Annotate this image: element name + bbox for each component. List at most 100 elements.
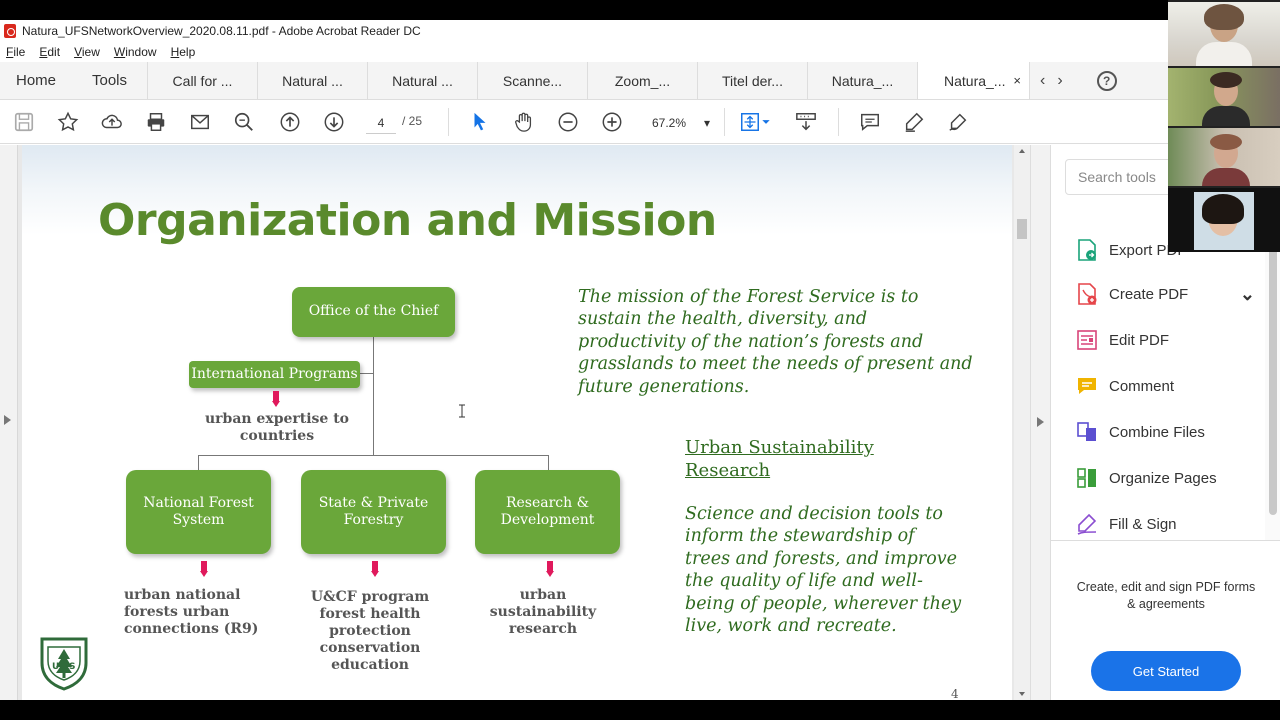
tool-edit-pdf[interactable]: Edit PDF [1075, 327, 1169, 353]
sign-icon[interactable] [946, 110, 970, 134]
document-scrollbar[interactable] [1014, 145, 1030, 700]
video-participant-4[interactable] [1168, 186, 1280, 252]
doc-tab[interactable]: Scanne... [478, 62, 588, 99]
hand-tool-icon[interactable] [512, 110, 536, 134]
collapse-right-pane-icon[interactable] [1037, 417, 1044, 427]
expand-left-pane-icon[interactable] [4, 415, 11, 425]
international-programs-box: International Programs [189, 361, 360, 388]
pink-down-arrow [272, 391, 280, 407]
close-tab-icon[interactable]: × [1013, 73, 1021, 88]
pink-down-arrow [200, 561, 208, 577]
doc-tab-active[interactable]: Natura_... × [918, 62, 1030, 99]
acrobat-pdf-icon [4, 24, 16, 38]
tool-create-pdf[interactable]: Create PDF ⌄ [1075, 281, 1255, 307]
slide-page-number: 4 [951, 687, 959, 700]
combine-files-icon [1077, 422, 1096, 441]
chevron-down-icon: ▾ [703, 116, 710, 130]
menu-help[interactable]: Help [171, 45, 196, 59]
fit-page-icon[interactable] [738, 110, 762, 134]
comment-icon[interactable] [858, 110, 882, 134]
doc-tab[interactable]: Titel der... [698, 62, 808, 99]
zoom-in-icon[interactable] [600, 110, 624, 134]
export-pdf-icon [1078, 239, 1096, 261]
scroll-up-icon[interactable] [1018, 147, 1026, 155]
save-icon[interactable] [12, 110, 36, 134]
comment-icon [1078, 378, 1096, 394]
tool-label: Edit PDF [1109, 331, 1170, 349]
create-pdf-icon [1078, 283, 1097, 305]
doc-tab[interactable]: Zoom_... [588, 62, 698, 99]
pink-down-arrow [371, 561, 379, 577]
urban-sustainability-body: Science and decision tools to inform the… [685, 504, 962, 636]
menu-edit[interactable]: Edit [39, 45, 60, 59]
org-line [548, 455, 549, 471]
bookmark-star-icon[interactable] [56, 110, 80, 134]
help-icon[interactable]: ? [1096, 70, 1117, 91]
toolbar-divider [838, 108, 839, 136]
edit-pdf-icon [1077, 330, 1097, 350]
tool-label: Fill & Sign [1109, 515, 1177, 533]
toolbar-divider [724, 108, 725, 136]
tool-organize-pages[interactable]: Organize Pages [1075, 465, 1217, 491]
national-forest-system-box: National Forest System [126, 470, 271, 554]
participant-shirt [1202, 106, 1250, 128]
select-cursor-icon[interactable] [468, 110, 492, 134]
tool-comment[interactable]: Comment [1075, 373, 1174, 399]
video-participant-3[interactable] [1168, 126, 1280, 188]
highlight-pen-icon[interactable] [902, 110, 926, 134]
doc-tab[interactable]: Natura_... [808, 62, 918, 99]
participant-hair [1204, 4, 1244, 30]
video-participant-2[interactable] [1168, 66, 1280, 128]
doc-tab[interactable]: Call for ... [148, 62, 258, 99]
scrollbar-thumb[interactable] [1017, 219, 1027, 239]
text-cursor-icon [459, 404, 465, 418]
tab-home[interactable]: Home [0, 62, 72, 99]
title-bar: Natura_UFSNetworkOverview_2020.08.11.pdf… [0, 20, 1170, 42]
tab-prev-icon[interactable]: ‹ [1040, 72, 1045, 90]
tool-fill-sign[interactable]: Fill & Sign [1075, 511, 1177, 537]
tab-tools[interactable]: Tools [72, 62, 148, 99]
top-border [0, 0, 1280, 20]
scroll-mode-icon[interactable] [794, 110, 818, 134]
bottom-border [0, 700, 1280, 720]
tab-next-icon[interactable]: › [1057, 72, 1062, 90]
tab-navigation: ‹ › ? [1040, 62, 1117, 99]
menu-file[interactable]: File [6, 45, 25, 59]
research-caption: urban sustainability research [489, 587, 597, 638]
participant-shirt [1196, 42, 1252, 66]
menu-view[interactable]: View [74, 45, 100, 59]
pink-down-arrow [546, 561, 554, 577]
tool-label: Create PDF [1109, 285, 1189, 303]
doc-tab-active-label: Natura_... [944, 72, 1006, 89]
window-title: Natura_UFSNetworkOverview_2020.08.11.pdf… [22, 24, 421, 38]
menu-bar: File Edit View Window Help [0, 42, 1170, 62]
search-zoom-icon[interactable] [232, 110, 256, 134]
document-area[interactable]: Organization and Mission Office of the C… [0, 145, 1050, 700]
previous-page-icon[interactable] [278, 110, 302, 134]
main-toolbar: 4 / 25 67.2% ▾ [0, 100, 1170, 144]
left-pane-toggle[interactable] [0, 145, 18, 700]
doc-tab[interactable]: Natural ... [258, 62, 368, 99]
forest-service-shield-logo: U S [40, 637, 88, 691]
national-forest-caption: urban national forests urban connections… [124, 587, 259, 638]
scroll-down-icon[interactable] [1018, 690, 1026, 698]
email-icon[interactable] [188, 110, 212, 134]
upload-cloud-icon[interactable] [100, 110, 124, 134]
right-pane-toggle[interactable] [1030, 145, 1050, 700]
video-participant-1[interactable] [1168, 0, 1280, 66]
zoom-value: 67.2% [652, 116, 687, 130]
chevron-down-icon[interactable]: ⌄ [1240, 285, 1255, 303]
zoom-out-icon[interactable] [556, 110, 580, 134]
page-number-input[interactable]: 4 [366, 112, 396, 134]
print-icon[interactable] [144, 110, 168, 134]
pdf-page: Organization and Mission Office of the C… [22, 145, 1012, 700]
doc-tab[interactable]: Natural ... [368, 62, 478, 99]
get-started-button[interactable]: Get Started [1091, 651, 1241, 691]
fill-sign-icon [1077, 513, 1097, 535]
menu-window[interactable]: Window [114, 45, 157, 59]
fit-dropdown-icon[interactable] [760, 110, 772, 134]
tool-combine-files[interactable]: Combine Files [1075, 419, 1205, 445]
zoom-level-select[interactable]: 67.2% ▾ [644, 112, 718, 134]
participant-hair [1210, 134, 1242, 150]
next-page-icon[interactable] [322, 110, 346, 134]
